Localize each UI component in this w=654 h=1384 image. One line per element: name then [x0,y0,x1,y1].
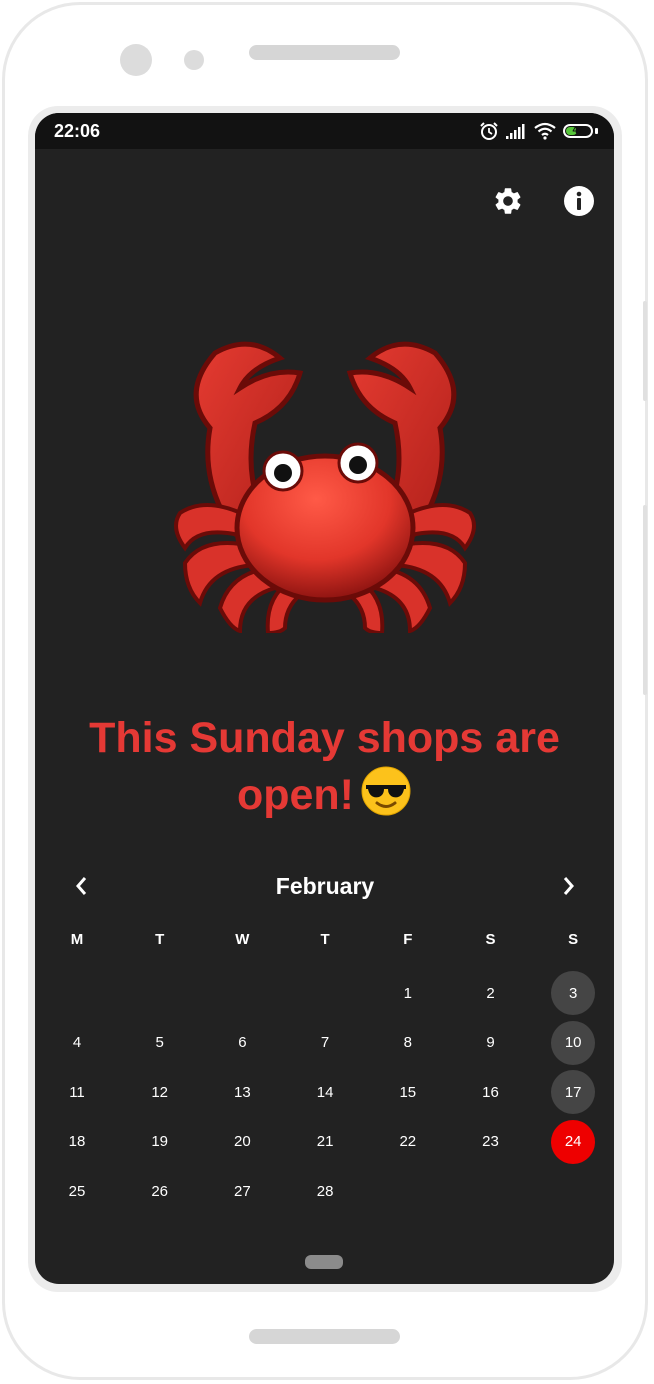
calendar-day[interactable]: 28 [303,1169,347,1213]
weekday-label: S [485,931,496,948]
weekday-label: F [403,931,413,948]
calendar-day[interactable]: 9 [469,1021,513,1065]
calendar-day[interactable]: 11 [55,1070,99,1114]
signal-icon [506,124,525,139]
calendar-header: February [35,861,614,911]
battery-level: 47 [572,125,584,136]
calendar-day[interactable]: 1 [386,971,430,1015]
weekday-label: M [70,931,84,948]
status-bar: 22:06 47 [35,113,614,149]
settings-icon [495,188,521,214]
status-time: 22:06 [54,121,101,141]
calendar-day[interactable]: 21 [303,1120,347,1164]
headline-text: This Sunday shops are open! [89,714,560,819]
calendar-day[interactable]: 19 [138,1120,182,1164]
calendar-day[interactable]: 13 [220,1070,264,1114]
calendar-day[interactable]: 16 [469,1070,513,1114]
home-gesture-bar[interactable] [305,1255,343,1269]
calendar-day[interactable]: 12 [138,1070,182,1114]
calendar-day[interactable]: 7 [303,1021,347,1065]
calendar-day[interactable]: 15 [386,1070,430,1114]
calendar-month-title: February [275,873,375,899]
calendar-day[interactable]: 18 [55,1120,99,1164]
calendar-day[interactable]: 5 [138,1021,182,1065]
calendar-day[interactable]: 6 [220,1021,264,1065]
weekday-label: S [568,931,579,948]
bottom-bezel-bar [249,1329,400,1344]
sunglasses-emoji-icon [360,765,412,830]
calendar-day[interactable]: 10 [551,1020,596,1065]
weekday-label: T [155,931,165,948]
crab-illustration [174,341,476,633]
status-icons: 47 [479,120,598,142]
settings-button[interactable] [492,185,524,217]
calendar-day[interactable]: 14 [303,1070,347,1114]
battery-icon: 47 [563,124,593,138]
calendar-day[interactable]: 26 [138,1169,182,1213]
previous-month-button[interactable] [67,871,97,901]
calendar-day[interactable]: 8 [386,1021,430,1065]
weekday-label: T [320,931,330,948]
alarm-icon [480,122,498,140]
wifi-icon [534,122,556,140]
volume-button [643,301,647,401]
calendar-weekday-row: MTWTFSS [35,931,614,961]
calendar-day[interactable]: 20 [220,1120,264,1164]
calendar-day[interactable]: 3 [551,971,596,1015]
calendar-day[interactable]: 24 [551,1119,596,1164]
calendar-day[interactable]: 23 [469,1120,513,1164]
calendar-day[interactable]: 27 [220,1169,264,1213]
weekday-label: W [235,931,250,948]
app-screen: 22:06 47 This Sunday shops are open! Feb… [35,113,614,1284]
calendar-day[interactable]: 4 [55,1021,99,1065]
battery-nub [595,128,598,134]
next-month-button[interactable] [553,871,583,901]
front-camera [120,44,152,76]
earpiece-speaker [249,45,400,60]
calendar-day[interactable]: 17 [551,1070,596,1114]
info-button[interactable] [563,185,595,217]
info-icon [564,186,594,216]
chevron-left-icon [76,877,87,895]
calendar-day[interactable]: 22 [386,1120,430,1164]
calendar-day[interactable]: 25 [55,1169,99,1213]
open-sunday-message: This Sunday shops are open! [55,711,594,830]
chevron-right-icon [563,877,574,895]
calendar-day[interactable]: 2 [469,971,513,1015]
power-button [643,505,647,695]
front-sensor [184,50,204,70]
